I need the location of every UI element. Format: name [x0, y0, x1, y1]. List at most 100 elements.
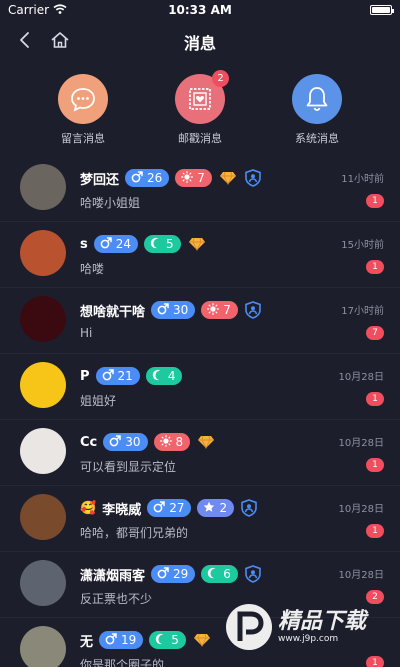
avatar[interactable] — [20, 230, 66, 276]
avatar[interactable] — [20, 428, 66, 474]
moon-level-badge: 6 — [201, 565, 238, 583]
message-preview: 哈哈，都哥们兄弟的 — [80, 526, 189, 540]
male-icon — [153, 500, 165, 516]
avatar[interactable] — [20, 560, 66, 606]
sun-icon — [181, 170, 194, 186]
male-icon — [105, 632, 117, 648]
age-value: 21 — [117, 369, 133, 383]
moon-level-badge: 5 — [149, 631, 186, 649]
level-value: 7 — [197, 171, 205, 185]
avatar[interactable] — [20, 296, 66, 342]
sun-level-badge: 7 — [201, 301, 238, 319]
message-list: 梦回还 26 7 哈喽小姐姐 11小时前 1 s 24 5 哈喽 15小时前 1 想啥就干啥 30 7 Hi 1… — [0, 156, 400, 667]
moon-level-badge: 5 — [144, 235, 181, 253]
moon-level-badge: 4 — [145, 367, 183, 385]
sender-name: 潇潇烟雨客 — [80, 568, 146, 584]
category-postmark[interactable]: 2 邮戳消息 — [160, 70, 240, 146]
unread-count-badge: 1 — [366, 656, 384, 667]
star-level-badge: 2 — [197, 499, 235, 517]
sender-name: P — [80, 368, 90, 384]
message-time: 10月28日 — [338, 504, 384, 515]
unread-count-badge: 7 — [366, 326, 384, 340]
gender-age-badge: 21 — [95, 367, 140, 385]
verified-shield-icon — [240, 499, 258, 517]
level-value: 7 — [223, 303, 231, 317]
category-badge: 2 — [212, 70, 229, 87]
avatar[interactable] — [20, 626, 66, 667]
unread-count-badge: 1 — [366, 392, 384, 406]
message-categories: 留言消息 2 邮戳消息 系统消息 — [0, 70, 400, 146]
name-line: Cc 30 8 — [80, 432, 216, 452]
sender-name: 梦回还 — [80, 172, 120, 188]
watermark-text-block: 精品下载 www.j9p.com — [278, 609, 367, 645]
unread-count-badge: 1 — [366, 458, 384, 472]
message-time: 11小时前 — [341, 174, 384, 185]
nav-bar: 消息 — [0, 22, 400, 58]
gender-age-badge: 29 — [151, 565, 196, 583]
age-value: 27 — [169, 501, 185, 515]
category-system[interactable]: 系统消息 — [277, 74, 357, 146]
unread-count-badge: 1 — [366, 194, 384, 208]
gender-age-badge: 24 — [93, 235, 139, 253]
message-row[interactable]: P 21 4 姐姐好 10月28日 1 — [0, 354, 400, 420]
chat-bubble-icon — [71, 88, 95, 112]
watermark-brand: 精品下载 — [278, 609, 367, 634]
message-preview: 哈喽 — [80, 262, 105, 276]
message-time: 17小时前 — [341, 306, 384, 317]
level-value: 5 — [166, 237, 174, 251]
category-comments[interactable]: 留言消息 — [43, 74, 123, 146]
back-button[interactable] — [12, 28, 36, 52]
message-row[interactable]: s 24 5 哈喽 15小时前 1 — [0, 222, 400, 288]
message-preview: 可以看到显示定位 — [80, 460, 177, 474]
sender-name: Cc — [80, 434, 98, 450]
message-time: 10月28日 — [338, 438, 384, 449]
gender-age-badge: 19 — [99, 631, 144, 649]
message-row[interactable]: 🥰 李晓威 27 2 哈哈，都哥们兄弟的 10月28日 1 — [0, 486, 400, 552]
age-value: 30 — [173, 303, 189, 317]
moon-icon — [155, 633, 167, 648]
age-value: 30 — [125, 435, 141, 449]
avatar[interactable] — [20, 164, 66, 210]
message-row[interactable]: 想啥就干啥 30 7 Hi 17小时前 7 — [0, 288, 400, 354]
moon-icon — [207, 567, 219, 582]
male-icon — [100, 236, 112, 252]
message-preview: 哈喽小姐姐 — [80, 196, 141, 210]
sun-level-badge: 7 — [175, 169, 212, 187]
male-icon — [109, 434, 121, 450]
diamond-icon — [187, 235, 207, 253]
category-icon-circle: 2 — [175, 70, 229, 124]
stamp-icon — [189, 88, 211, 110]
avatar[interactable] — [20, 362, 66, 408]
home-button[interactable] — [48, 28, 72, 52]
message-row[interactable]: 梦回还 26 7 哈喽小姐姐 11小时前 1 — [0, 156, 400, 222]
gender-age-badge: 27 — [147, 499, 192, 517]
level-value: 2 — [219, 501, 228, 515]
watermark: 精品下载 www.j9p.com — [226, 599, 394, 655]
watermark-url: www.j9p.com — [278, 634, 339, 644]
category-label: 系统消息 — [295, 132, 339, 145]
message-preview: 反正票也不少 — [80, 592, 153, 606]
message-row[interactable]: Cc 30 8 可以看到显示定位 10月28日 1 — [0, 420, 400, 486]
category-label: 邮戳消息 — [178, 132, 222, 145]
moon-icon — [150, 237, 162, 252]
category-icon-circle — [58, 74, 108, 124]
sender-name: s — [80, 236, 88, 252]
level-value: 8 — [175, 435, 184, 449]
verified-shield-icon — [244, 169, 262, 187]
sun-level-badge: 8 — [153, 433, 191, 451]
level-value: 6 — [223, 567, 231, 581]
name-line: 想啥就干啥 30 7 — [80, 300, 262, 320]
message-preview: Hi — [80, 326, 93, 340]
name-emoji: 🥰 — [80, 500, 97, 516]
sun-icon — [159, 434, 172, 450]
sender-name: 无 — [80, 634, 94, 650]
avatar[interactable] — [20, 494, 66, 540]
message-time: 10月28日 — [338, 372, 384, 383]
sender-name: 想啥就干啥 — [80, 304, 146, 320]
age-value: 19 — [121, 633, 137, 647]
gender-age-badge: 26 — [125, 169, 170, 187]
chevron-left-icon — [20, 32, 29, 48]
diamond-icon — [192, 631, 212, 649]
name-line: 梦回还 26 7 — [80, 168, 262, 188]
unread-count-badge: 1 — [366, 524, 384, 538]
